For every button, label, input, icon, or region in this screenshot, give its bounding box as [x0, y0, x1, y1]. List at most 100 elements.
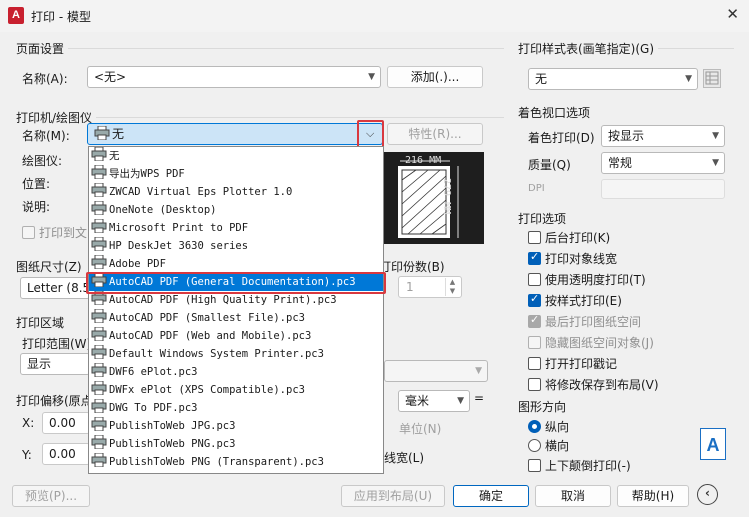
close-icon[interactable]: ✕ — [726, 5, 739, 23]
printer-option[interactable]: DWFx ePlot (XPS Compatible).pc3 — [89, 381, 383, 399]
checkbox-box — [528, 231, 541, 244]
printer-option[interactable]: Microsoft Print to PDF — [89, 219, 383, 237]
checkbox-box — [528, 250, 541, 265]
printer-option[interactable]: HP DeskJet 3630 series — [89, 237, 383, 255]
printer-option[interactable]: OneNote (Desktop) — [89, 201, 383, 219]
printer-option[interactable]: Default Windows System Printer.pc3 — [89, 345, 383, 363]
printer-option-label: PublishToWeb JPG.pc3 — [109, 420, 236, 432]
unit-select[interactable]: 毫米 ▼ — [398, 390, 470, 412]
plot-option-label: 最后打印图纸空间 — [545, 315, 642, 329]
printer-option[interactable]: DWG To PDF.pc3 — [89, 399, 383, 417]
plot-option-checkbox[interactable]: 最后打印图纸空间 — [528, 313, 728, 334]
portrait-label: 纵向 — [545, 420, 570, 434]
checkbox-box — [528, 313, 541, 328]
chevron-down-icon[interactable]: ⌵ — [366, 127, 374, 141]
shaded-options-title: 着色视口选项 — [518, 104, 595, 121]
printer-icon — [91, 453, 109, 468]
printer-option[interactable]: PublishToWeb JPG.pc3 — [89, 417, 383, 435]
printer-name-select[interactable]: 无 — [87, 123, 383, 145]
add-page-setup-button[interactable]: 添加(.)... — [387, 66, 483, 88]
chevron-down-icon: ▼ — [712, 158, 719, 168]
offset-y-input[interactable]: 0.00 — [42, 443, 90, 465]
ok-button[interactable]: 确定 — [453, 485, 529, 507]
selected-item-highlight — [86, 272, 386, 294]
printer-option[interactable]: ZWCAD Virtual Eps Plotter 1.0 — [89, 183, 383, 201]
printer-option-label: PublishToWeb PNG (Transparent).pc3 — [109, 456, 324, 468]
quality-select[interactable]: 常规 ▼ — [601, 152, 725, 174]
plot-option-checkbox[interactable]: 使用透明度打印(T) — [528, 271, 728, 292]
printer-group-title: 打印机/绘图仪 — [16, 109, 97, 126]
plot-option-checkbox[interactable]: 后台打印(K) — [528, 229, 728, 250]
plot-options-title: 打印选项 — [518, 210, 571, 227]
plot-option-checkbox[interactable]: 打开打印戳记 — [528, 355, 728, 376]
printer-option-label: PublishToWeb PNG.pc3 — [109, 438, 236, 450]
preview-button[interactable]: 预览(P)... — [12, 485, 90, 507]
cancel-button[interactable]: 取消 — [535, 485, 611, 507]
printer-option-label: 无 — [109, 150, 120, 162]
printer-icon — [91, 417, 109, 432]
orientation-preview-icon: A — [700, 428, 726, 460]
printer-icon — [91, 309, 109, 324]
offset-x-input[interactable]: 0.00 — [42, 412, 90, 434]
dpi-input[interactable] — [601, 179, 725, 199]
plot-option-checkbox[interactable]: 打印对象线宽 — [528, 250, 728, 271]
printer-option[interactable]: 无 — [89, 147, 383, 165]
checkbox-box — [528, 378, 541, 391]
style-table-select[interactable]: 无 ▼ — [528, 68, 698, 90]
plot-option-label: 按样式打印(E) — [545, 294, 622, 308]
page-setup-divider — [16, 48, 504, 49]
printer-properties-button[interactable]: 特性(R)... — [387, 123, 483, 145]
plot-options-list: 后台打印(K) 打印对象线宽使用透明度打印(T) 按样式打印(E) 最后打印图纸空间隐… — [528, 229, 728, 397]
chevron-down-icon: ▼ — [368, 72, 375, 82]
printer-dropdown-list[interactable]: 无导出为WPS PDF ZWCAD Virtual Eps Plotter 1.0… — [88, 146, 384, 474]
spin-arrows-icon[interactable]: ▲ ▼ — [445, 278, 459, 296]
landscape-radio[interactable]: 横向 — [528, 437, 569, 454]
print-to-file-checkbox[interactable]: 打印到文 — [22, 224, 87, 241]
printer-option[interactable]: AutoCAD PDF (Web and Mobile).pc3 — [89, 327, 383, 345]
printer-icon — [91, 183, 109, 198]
style-table-value: 无 — [535, 72, 548, 86]
help-button[interactable]: 帮助(H) — [617, 485, 689, 507]
printer-option[interactable]: AutoCAD PDF (Smallest File).pc3 — [89, 309, 383, 327]
printer-option[interactable]: PublishToWeb PNG (Transparent).pc3 — [89, 453, 383, 471]
checkbox-box — [528, 459, 541, 472]
copies-value: 1 — [406, 280, 414, 294]
checkbox-box — [528, 336, 541, 349]
preview-width-label: 216 MM — [405, 155, 442, 166]
page-setup-name-select[interactable]: <无> ▼ — [87, 66, 381, 88]
plot-option-checkbox[interactable]: 将修改保存到布局(V) — [528, 376, 728, 397]
printer-option-label: AutoCAD PDF (Smallest File).pc3 — [109, 312, 305, 324]
printer-option[interactable]: PublishToWeb PNG.pc3 — [89, 435, 383, 453]
apply-to-layout-button[interactable]: 应用到布局(U) — [341, 485, 445, 507]
unit-value: 毫米 — [405, 394, 430, 408]
collapse-panel-icon[interactable]: ‹ — [697, 484, 718, 505]
printer-option[interactable]: DWF6 ePlot.pc3 — [89, 363, 383, 381]
printer-icon — [91, 381, 109, 396]
printer-name-value: 无 — [112, 127, 125, 141]
copies-stepper[interactable]: 1 ▲ ▼ — [398, 276, 462, 298]
printer-icon — [91, 435, 109, 450]
upside-down-checkbox[interactable]: 上下颠倒打印(-) — [528, 457, 631, 474]
plot-option-checkbox[interactable]: 按样式打印(E) — [528, 292, 728, 313]
plot-area-title: 打印区域 — [16, 314, 69, 331]
printer-option[interactable]: Adobe PDF — [89, 255, 383, 273]
checkbox-box — [528, 357, 541, 370]
lineweight-label: 线宽(L) — [384, 451, 425, 465]
printer-option-label: HP DeskJet 3630 series — [109, 240, 249, 252]
plot-option-label: 后台打印(K) — [545, 231, 611, 245]
printer-option[interactable]: 导出为WPS PDF — [89, 165, 383, 183]
page-setup-name-value: <无> — [94, 70, 127, 84]
printer-option-label: Microsoft Print to PDF — [109, 222, 249, 234]
shade-plot-select[interactable]: 按显示 ▼ — [601, 125, 725, 147]
plot-option-checkbox[interactable]: 隐藏图纸空间对象(J) — [528, 334, 728, 355]
print-to-file-label: 打印到文 — [39, 226, 88, 240]
plot-range-select[interactable]: 显示 — [20, 353, 90, 375]
style-table-title: 打印样式表(画笔指定)(G) — [518, 40, 659, 57]
paper-size-select[interactable]: Letter (8.5 — [20, 277, 90, 299]
edit-style-table-icon[interactable] — [703, 69, 721, 88]
offset-x-label: X: — [22, 416, 35, 430]
portrait-radio[interactable]: 纵向 — [528, 418, 569, 435]
plot-area-extra-select[interactable]: ▼ — [384, 360, 488, 382]
chevron-down-icon: ▼ — [712, 131, 719, 141]
printer-option-label: Adobe PDF — [109, 258, 166, 270]
